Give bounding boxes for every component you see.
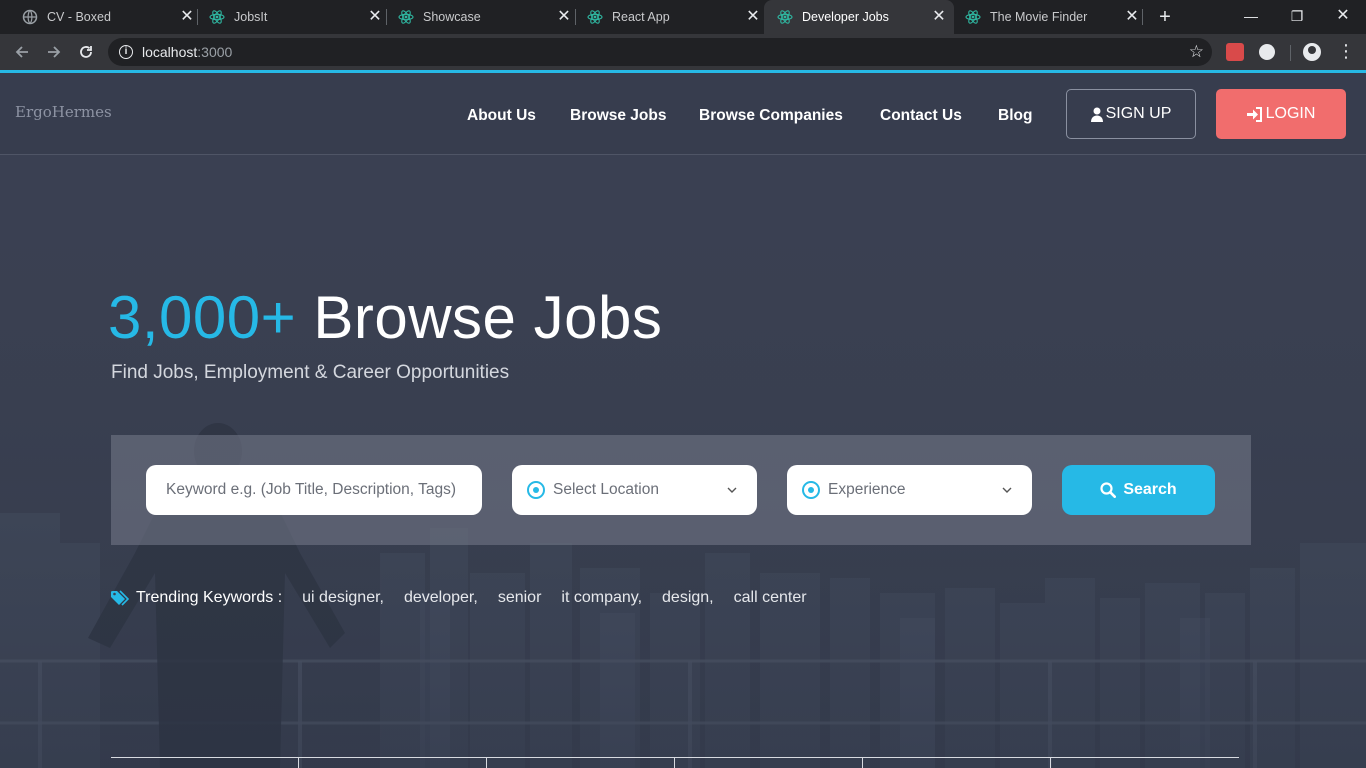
trending-keyword-ui-designer[interactable]: ui designer,: [302, 589, 384, 607]
location-selected-value: Select Location: [553, 481, 659, 498]
arrow-right-icon: [48, 46, 61, 58]
job-search-panel: Select Location Experience Search: [111, 435, 1251, 545]
minimize-button[interactable]: —: [1228, 0, 1274, 34]
location-target-icon: [527, 481, 545, 499]
tab-react-app[interactable]: React App ✕: [576, 0, 762, 34]
react-icon: [965, 10, 981, 24]
user-icon: [1090, 107, 1103, 122]
url-host: localhost: [142, 44, 198, 60]
login-label: LOGIN: [1265, 105, 1316, 122]
nav-browse-jobs[interactable]: Browse Jobs: [570, 107, 666, 125]
trending-keyword-design[interactable]: design,: [662, 589, 714, 607]
url-port: :3000: [197, 44, 233, 60]
close-tab-icon[interactable]: ✕: [178, 9, 196, 25]
hero-background-image: [0, 73, 1366, 768]
close-tab-icon[interactable]: ✕: [930, 9, 948, 25]
close-tab-icon[interactable]: ✕: [366, 9, 384, 25]
browser-menu-icon[interactable]: ⋮: [1337, 41, 1355, 61]
restore-button[interactable]: ❐: [1274, 0, 1320, 34]
tab-cv-boxed[interactable]: CV - Boxed ✕: [10, 0, 196, 34]
nav-contact-us[interactable]: Contact Us: [880, 107, 962, 125]
react-icon: [777, 10, 793, 24]
card-divider: [1050, 758, 1051, 768]
site-header: ErgoHermes About Us Browse Jobs Browse C…: [0, 73, 1366, 155]
signup-button[interactable]: SIGN UP: [1066, 89, 1196, 139]
address-bar[interactable]: i localhost:3000 ☆: [108, 38, 1212, 66]
experience-target-icon: [802, 481, 820, 499]
back-button[interactable]: [12, 42, 32, 62]
brand-logo[interactable]: ErgoHermes: [15, 103, 112, 121]
keyword-input[interactable]: [146, 465, 482, 515]
hero-job-count: 3,000+: [108, 284, 297, 351]
close-tab-icon[interactable]: ✕: [1123, 9, 1141, 25]
new-tab-button[interactable]: +: [1155, 7, 1175, 27]
tab-title: JobsIt: [234, 10, 268, 24]
location-select[interactable]: Select Location: [512, 465, 757, 515]
hero-title-text: Browse Jobs: [296, 284, 663, 351]
forward-button[interactable]: [44, 42, 64, 62]
extension-icon[interactable]: [1226, 43, 1244, 61]
browser-toolbar: i localhost:3000 ☆ ⋮: [0, 34, 1366, 70]
react-icon: [398, 10, 414, 24]
card-divider: [674, 758, 675, 768]
close-tab-icon[interactable]: ✕: [744, 9, 762, 25]
trending-keyword-it-company[interactable]: it company,: [561, 589, 642, 607]
trending-keyword-senior[interactable]: senior: [498, 589, 542, 607]
tab-jobsit[interactable]: JobsIt ✕: [198, 0, 384, 34]
toolbar-divider: [1290, 45, 1291, 61]
login-button[interactable]: LOGIN: [1216, 89, 1346, 139]
search-button-label: Search: [1123, 481, 1177, 498]
tab-movie-finder[interactable]: The Movie Finder ✕: [955, 0, 1141, 34]
keyword-field: [146, 465, 482, 515]
tab-title: CV - Boxed: [47, 10, 111, 24]
tab-divider: [1142, 9, 1143, 25]
url-text: localhost:3000: [142, 44, 232, 60]
trending-keyword-call-center[interactable]: call center: [734, 589, 807, 607]
web-page: ErgoHermes About Us Browse Jobs Browse C…: [0, 73, 1366, 768]
card-divider: [862, 758, 863, 768]
tags-icon: [111, 590, 130, 606]
reload-icon: [80, 46, 92, 58]
experience-select[interactable]: Experience: [787, 465, 1032, 515]
chevron-down-icon: [727, 487, 737, 493]
close-tab-icon[interactable]: ✕: [555, 9, 573, 25]
react-icon: [587, 10, 603, 24]
search-button[interactable]: Search: [1062, 465, 1215, 515]
card-divider: [486, 758, 487, 768]
nav-about-us[interactable]: About Us: [467, 107, 536, 125]
category-cards-strip: [111, 757, 1239, 768]
trending-keyword-developer[interactable]: developer,: [404, 589, 478, 607]
arrow-left-icon: [15, 46, 28, 58]
tab-title: The Movie Finder: [990, 10, 1088, 24]
tab-title: React App: [612, 10, 670, 24]
extension-ghost-icon[interactable]: [1259, 44, 1275, 60]
experience-selected-value: Experience: [828, 481, 906, 498]
search-icon: [1100, 482, 1117, 498]
react-icon: [209, 10, 225, 24]
nav-blog[interactable]: Blog: [998, 107, 1032, 125]
nav-browse-companies[interactable]: Browse Companies: [699, 107, 843, 125]
hero-subtitle: Find Jobs, Employment & Career Opportuni…: [111, 362, 510, 383]
card-divider: [298, 758, 299, 768]
reload-button[interactable]: [76, 42, 96, 62]
trending-keywords: Trending Keywords : ui designer, develop…: [111, 588, 827, 608]
trending-label: Trending Keywords :: [136, 589, 283, 606]
tab-developer-jobs[interactable]: Developer Jobs ✕: [764, 0, 954, 34]
tab-showcase[interactable]: Showcase ✕: [387, 0, 573, 34]
hero-headline: 3,000+ Browse Jobs: [108, 283, 662, 352]
chevron-down-icon: [1002, 487, 1012, 493]
tab-title: Showcase: [423, 10, 481, 24]
sign-in-icon: [1246, 106, 1262, 122]
browser-tab-strip: CV - Boxed ✕ JobsIt ✕ Showcase ✕ React A…: [0, 0, 1366, 34]
tab-title: Developer Jobs: [802, 10, 889, 24]
signup-label: SIGN UP: [1105, 105, 1172, 122]
profile-avatar-icon[interactable]: [1303, 43, 1321, 61]
window-close-button[interactable]: ✕: [1320, 0, 1366, 34]
site-info-icon[interactable]: i: [119, 45, 133, 59]
globe-icon: [22, 9, 38, 25]
bookmark-star-icon[interactable]: ☆: [1189, 42, 1204, 62]
